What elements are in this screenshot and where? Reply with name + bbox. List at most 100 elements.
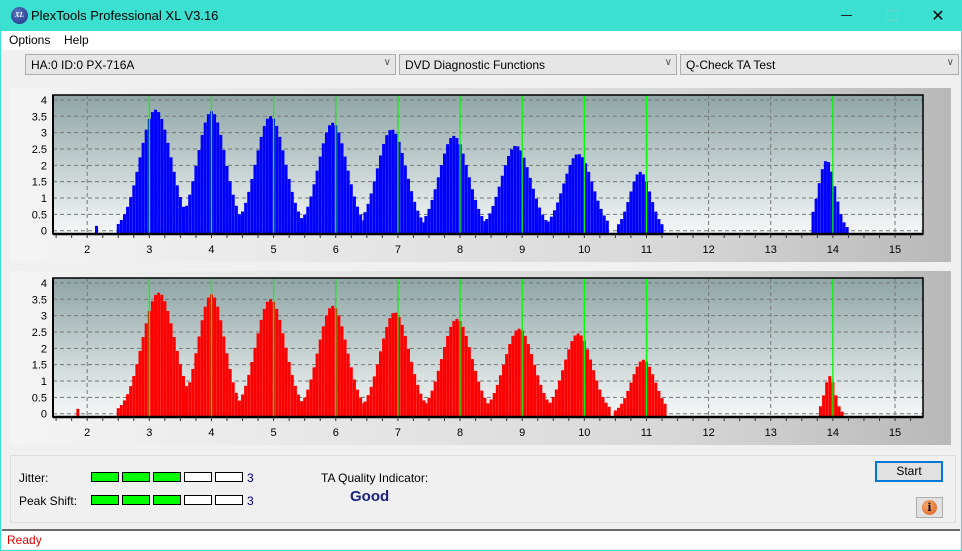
- histogram-bar: [253, 347, 257, 417]
- histogram-bar: [296, 394, 300, 417]
- histogram-bar: [632, 374, 636, 417]
- histogram-bar: [836, 201, 840, 234]
- histogram-bar: [657, 219, 661, 234]
- histogram-bar: [391, 313, 395, 417]
- histogram-bar: [400, 324, 404, 417]
- y-tick-label: 2: [41, 160, 47, 172]
- histogram-bar: [525, 167, 529, 234]
- histogram-bar: [498, 375, 502, 417]
- histogram-bar: [244, 202, 248, 234]
- histogram-bar: [306, 206, 310, 234]
- histogram-bar: [388, 318, 392, 417]
- minimize-button[interactable]: [823, 0, 869, 31]
- histogram-bar: [154, 109, 158, 234]
- menu-help[interactable]: Help: [64, 33, 89, 47]
- x-tick-label: 2: [84, 427, 90, 439]
- function-select[interactable]: DVD Diagnostic Functions ∨: [399, 54, 677, 75]
- histogram-bar: [576, 333, 580, 417]
- jitter-meter: [91, 472, 243, 482]
- histogram-bar: [306, 389, 310, 417]
- status-text: Ready: [7, 533, 42, 547]
- histogram-bar: [315, 353, 319, 417]
- y-tick-label: 0: [41, 226, 47, 238]
- histogram-bar: [200, 134, 204, 234]
- histogram-bar: [321, 326, 325, 417]
- x-tick-label: 11: [641, 427, 652, 439]
- histogram-bar: [470, 359, 474, 417]
- histogram-bar: [828, 376, 832, 417]
- close-button[interactable]: ✕: [915, 0, 961, 31]
- histogram-bar: [430, 199, 434, 234]
- histogram-bar: [817, 183, 821, 234]
- histogram-bar: [287, 361, 291, 417]
- histogram-bar: [234, 205, 238, 234]
- histogram-bar: [461, 153, 465, 234]
- histogram-bar: [262, 308, 266, 417]
- histogram-bar: [416, 384, 420, 417]
- histogram-bar: [225, 165, 229, 234]
- histogram-bar: [135, 171, 139, 234]
- histogram-bar: [488, 213, 492, 234]
- histogram-bar: [663, 403, 667, 417]
- y-tick-label: 2.5: [32, 144, 47, 156]
- histogram-bar: [247, 374, 251, 417]
- x-tick-label: 14: [827, 427, 839, 439]
- histogram-bar: [382, 143, 386, 234]
- histogram-bar: [366, 395, 370, 417]
- histogram-bar: [337, 132, 341, 234]
- histogram-bar: [312, 184, 316, 234]
- histogram-bar: [595, 380, 599, 417]
- histogram-bar: [413, 374, 417, 417]
- histogram-bar: [206, 114, 210, 234]
- histogram-bar: [126, 394, 130, 417]
- peak-shift-segment: [91, 495, 119, 505]
- peak-shift-value: 3: [247, 494, 254, 508]
- histogram-bar: [132, 185, 136, 234]
- histogram-bar: [378, 351, 382, 417]
- histogram-bar: [416, 210, 420, 234]
- histogram-bar: [262, 125, 266, 234]
- histogram-bar: [144, 129, 148, 234]
- histogram-bar: [265, 301, 269, 417]
- y-tick-label: 3.5: [32, 294, 47, 306]
- histogram-bar: [231, 194, 235, 234]
- drive-select[interactable]: HA:0 ID:0 PX-716A ∨: [25, 54, 396, 75]
- start-button[interactable]: Start: [875, 461, 943, 482]
- histogram-bar: [648, 366, 652, 417]
- y-tick-label: 4: [41, 278, 47, 290]
- x-tick-label: 8: [457, 244, 463, 256]
- histogram-bar: [154, 294, 158, 417]
- histogram-bar: [359, 397, 363, 417]
- pit-ta-chart: 0 0.5 1 1.5 2 2.5 3 3.5 4 2 3 4 5 6 7 8 9 10 11 12 13 14 15: [32, 277, 924, 439]
- menu-options[interactable]: Options: [9, 33, 50, 47]
- histogram-bar: [394, 133, 398, 234]
- histogram-bar: [522, 157, 526, 234]
- histogram-bar: [400, 152, 404, 234]
- histogram-bar: [549, 216, 553, 234]
- histogram-bar: [570, 341, 574, 417]
- histogram-bar: [617, 224, 620, 234]
- histogram-bar: [623, 398, 627, 417]
- histogram-bar: [660, 224, 664, 234]
- histogram-bar: [219, 320, 223, 417]
- x-tick-label: 4: [208, 427, 214, 439]
- maximize-button[interactable]: [869, 0, 915, 31]
- histogram-bar: [536, 375, 540, 417]
- info-button[interactable]: i: [916, 497, 943, 518]
- histogram-bar: [635, 366, 639, 417]
- histogram-bar: [439, 165, 443, 234]
- histogram-bar: [599, 208, 603, 234]
- histogram-bar: [477, 381, 481, 417]
- histogram-bar: [331, 122, 335, 234]
- histogram-bar: [244, 385, 248, 417]
- histogram-bar: [321, 143, 325, 234]
- histogram-bar: [225, 353, 229, 417]
- histogram-bar: [228, 181, 232, 234]
- histogram-bar: [169, 157, 173, 234]
- x-tick-label: 8: [457, 427, 463, 439]
- x-tick-label: 2: [84, 244, 90, 256]
- histogram-bar: [253, 164, 257, 234]
- test-select[interactable]: Q-Check TA Test ∨: [680, 54, 959, 75]
- histogram-bar: [328, 125, 332, 234]
- histogram-bar: [315, 170, 319, 234]
